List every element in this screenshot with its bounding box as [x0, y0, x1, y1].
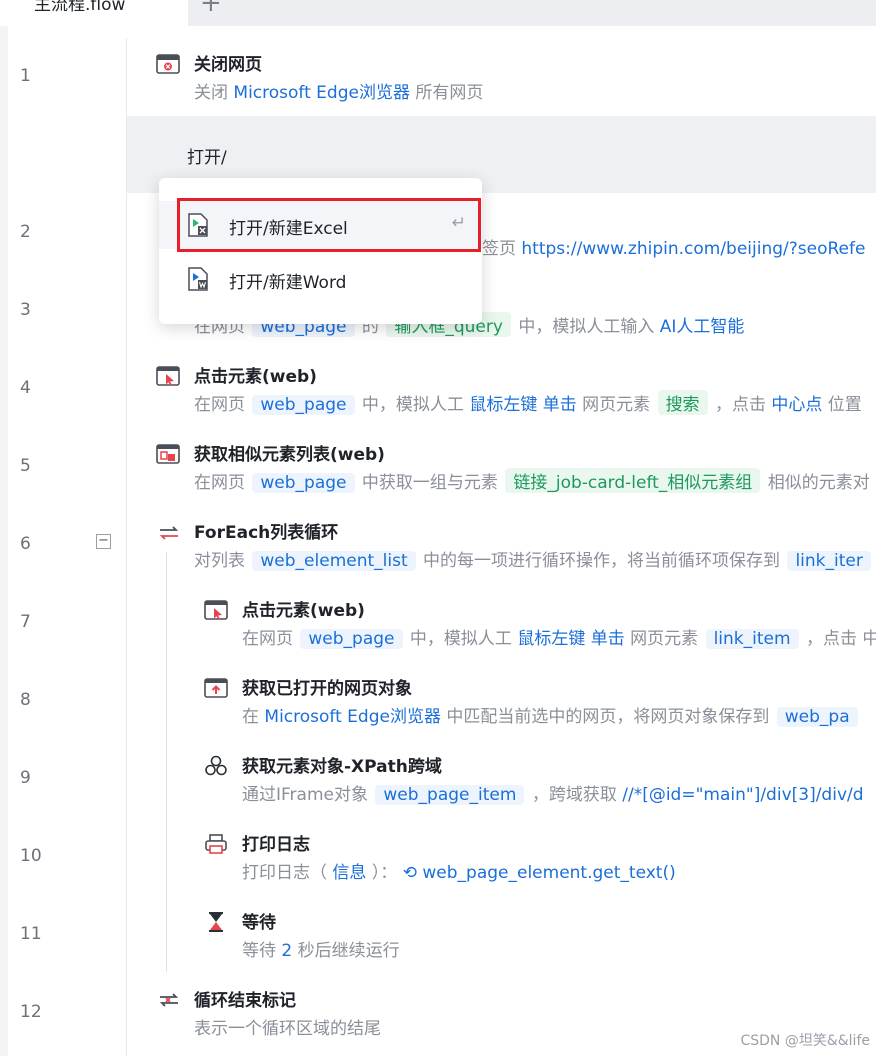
suggestion-label: 打开/新建Word: [229, 273, 347, 293]
similar-elements-icon: [156, 444, 180, 464]
step-description: 表示一个循环区域的结尾: [194, 1019, 381, 1039]
word-file-icon: [188, 267, 208, 291]
line-number: 5: [20, 456, 31, 476]
step-title: 点击元素(web): [242, 601, 365, 621]
step-title: 关闭网页: [194, 55, 262, 75]
line-number: 11: [20, 924, 42, 944]
step-description: 在网页 web_page 中获取一组与元素 链接_job-card-left_相…: [194, 468, 870, 493]
tab-main-flow[interactable]: 主流程.flow: [8, 0, 188, 26]
left-gutter: [0, 26, 8, 1056]
step-title: 获取已打开的网页对象: [242, 679, 412, 699]
step-description: 在 Microsoft Edge浏览器 中匹配当前选中的网页，将网页对象保存到 …: [242, 702, 860, 727]
suggestion-open-new-word[interactable]: 打开/新建Word: [159, 255, 482, 303]
step-title: 点击元素(web): [194, 367, 317, 387]
line-number: 3: [20, 300, 31, 320]
line-number: 12: [20, 1002, 42, 1022]
line-number: 8: [20, 690, 31, 710]
command-input-text[interactable]: 打开/: [187, 143, 227, 168]
step-description: 通过IFrame对象 web_page_item ，跨域获取 //*[@id="…: [242, 785, 864, 805]
loop-end-icon: [159, 993, 179, 1007]
add-tab-button[interactable]: +: [200, 0, 222, 18]
cubes-icon: [205, 755, 227, 776]
step-description: 等待 2 秒后继续运行: [242, 941, 400, 961]
loop-icon: [159, 526, 179, 540]
step-title: 获取相似元素列表(web): [194, 445, 385, 465]
line-number: 4: [20, 378, 31, 398]
click-element-icon: [156, 366, 180, 386]
step-description: 签页 https://www.zhipin.com/beijing/?seoRe…: [482, 239, 866, 259]
browser-upload-icon: [204, 678, 228, 698]
collapse-loop-button[interactable]: −: [96, 534, 111, 549]
tab-bar: 主流程.flow +: [0, 0, 876, 26]
step-description: 关闭 Microsoft Edge浏览器 所有网页: [194, 83, 484, 103]
line-number: 7: [20, 612, 31, 632]
highlight-annotation-box: [177, 198, 481, 252]
step-title: 等待: [242, 913, 276, 933]
step-description: 在网页 web_page 中，模拟人工 鼠标左键 单击 网页元素 搜索 ，点击 …: [194, 390, 862, 415]
hourglass-icon: [209, 912, 223, 932]
link-icon: ⟲: [402, 863, 423, 883]
tab-bar-background: [188, 0, 876, 26]
line-number: 10: [20, 846, 42, 866]
line-number: 6: [20, 534, 31, 554]
step-title: ForEach列表循环: [194, 523, 339, 543]
step-title: 打印日志: [242, 835, 310, 855]
watermark: CSDN @坦笑&&life: [740, 1033, 870, 1049]
close-browser-icon: [156, 54, 180, 74]
printer-icon: [205, 834, 227, 854]
loop-guide-line: [166, 552, 167, 972]
click-element-icon: [204, 600, 228, 620]
step-description: 在网页 web_page 中，模拟人工 鼠标左键 单击 网页元素 link_it…: [242, 629, 876, 649]
line-number: 1: [20, 66, 31, 86]
step-title: 循环结束标记: [194, 991, 296, 1011]
step-description: 打印日志（ 信息 ）： ⟲ web_page_element.get_text(…: [242, 863, 676, 883]
step-title: 获取元素对象-XPath跨域: [242, 757, 442, 777]
line-number: 2: [20, 222, 31, 242]
line-number: 9: [20, 768, 31, 788]
step-description: 对列表 web_element_list 中的每一项进行循环操作，将当前循环项保…: [194, 546, 873, 571]
